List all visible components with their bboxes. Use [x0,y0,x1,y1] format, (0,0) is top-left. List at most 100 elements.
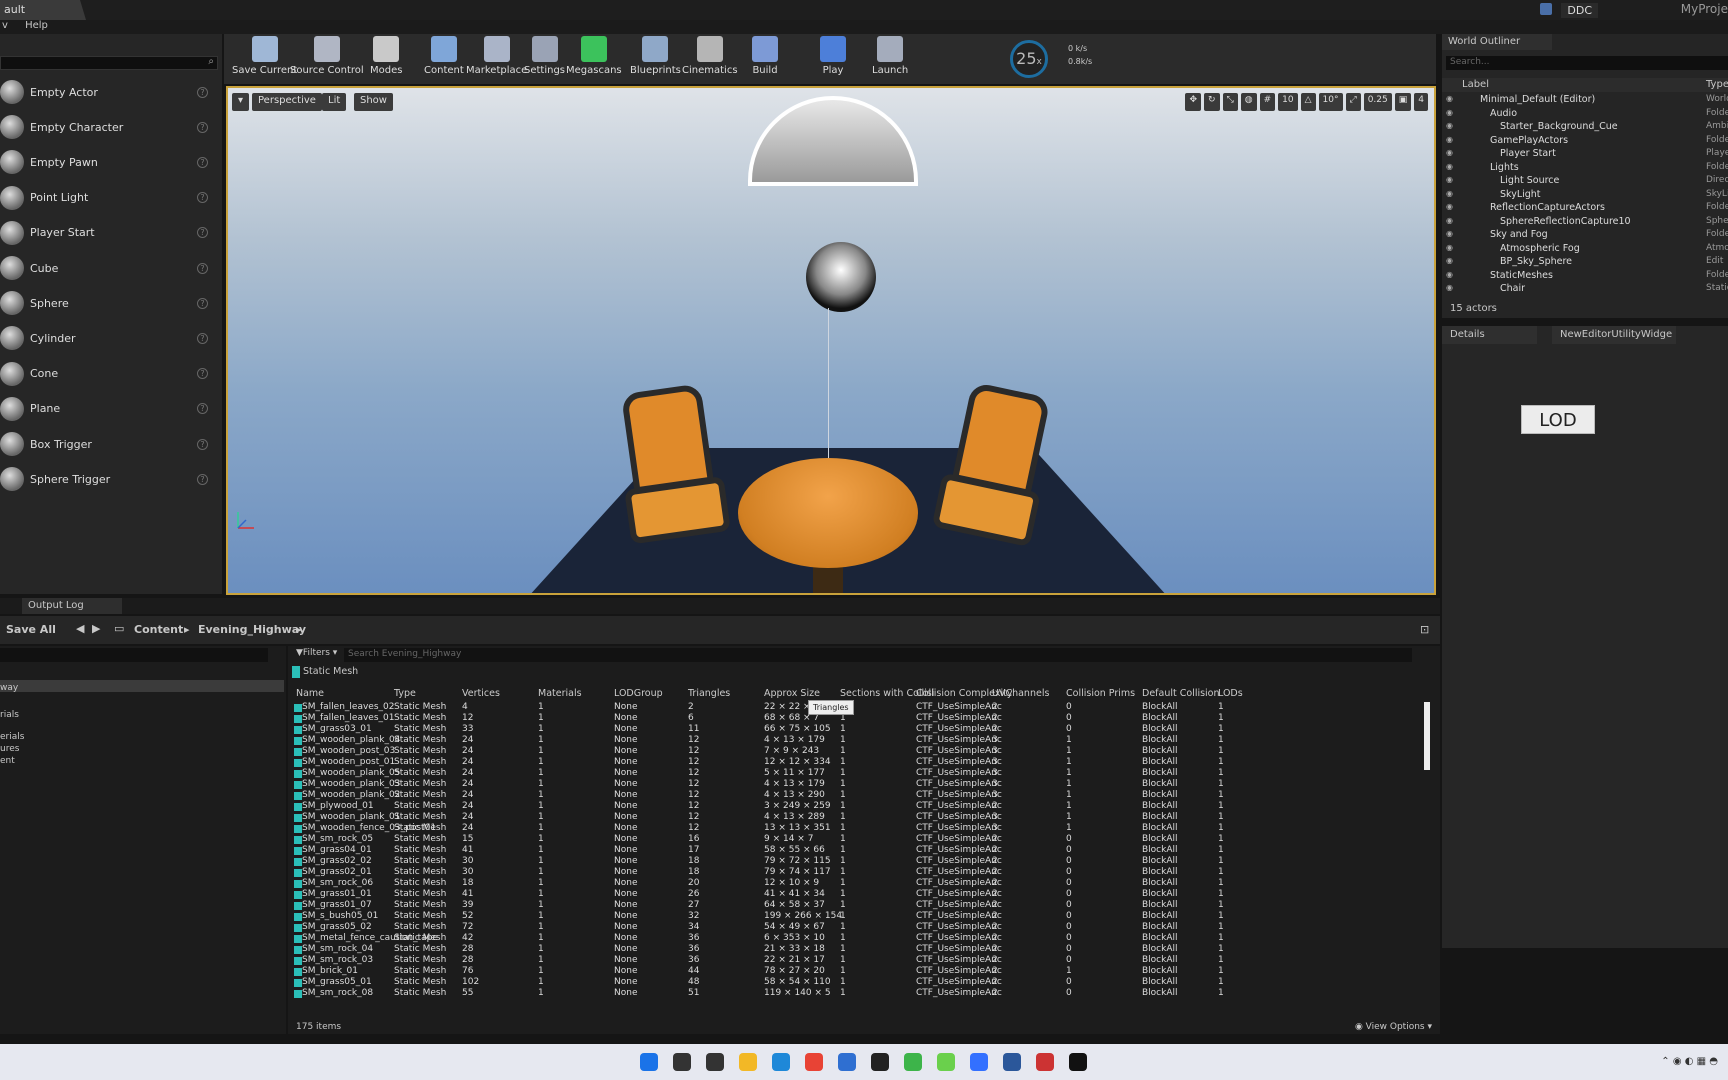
column-header-lods[interactable]: LODs [1218,688,1243,699]
breadcrumb-content[interactable]: Content [134,623,183,636]
translate-icon[interactable]: ✥ [1185,93,1202,111]
outliner-row[interactable]: ◉ StaticMeshes Folder [1442,270,1728,284]
outliner-row[interactable]: ◉ Chair Static [1442,283,1728,297]
column-header-materials[interactable]: Materials [538,688,582,699]
outliner-row[interactable]: ◉ Lights Folder [1442,162,1728,176]
notification-icon[interactable] [1540,3,1552,15]
unreal-icon[interactable] [1069,1053,1087,1071]
scrollbar-thumb[interactable] [1424,702,1430,770]
place-item-point-light[interactable]: Point Light? [0,181,218,215]
outliner-row[interactable]: ◉ SphereReflectionCapture10 Sphe [1442,216,1728,230]
eye-icon[interactable]: ◉ [1446,108,1456,117]
eye-icon[interactable]: ◉ [1446,135,1456,144]
build-button[interactable]: Build [752,36,778,82]
help-icon[interactable]: ? [197,368,208,380]
column-header-uvchannels[interactable]: UVChannels [992,688,1049,699]
eye-icon[interactable]: ◉ [1446,229,1456,238]
column-header-lodgroup[interactable]: LODGroup [614,688,663,699]
column-header-triangles[interactable]: Triangles [688,688,730,699]
level-tab[interactable]: ault [0,0,86,20]
eye-icon[interactable]: ◉ [1446,283,1456,292]
round-table[interactable] [738,458,918,568]
epic-games-icon[interactable] [871,1053,889,1071]
modes-button[interactable]: Modes [370,36,402,82]
lod-button[interactable]: LOD [1521,405,1595,434]
outliner-row[interactable]: ◉ Player Start Playe [1442,148,1728,162]
lit-button[interactable]: Lit [322,93,347,111]
scale-snap-icon[interactable]: ⤢ [1345,93,1361,111]
help-icon[interactable]: ? [197,403,208,415]
help-icon[interactable]: ? [197,438,208,450]
help-icon[interactable]: ? [197,297,208,309]
rotate-icon[interactable]: ↻ [1204,93,1220,111]
type-column-header[interactable]: Type [1706,79,1728,90]
help-icon[interactable]: ? [197,121,208,133]
outliner-tab[interactable]: World Outliner [1442,34,1552,50]
save-current-button[interactable]: Save Current [232,36,297,82]
lock-icon[interactable]: ⊡ [1420,623,1429,636]
file-explorer-icon[interactable] [739,1053,757,1071]
place-item-cube[interactable]: Cube? [0,251,218,285]
menu-item-window[interactable]: v [2,20,8,31]
cinematics-button[interactable]: Cinematics [682,36,738,82]
place-item-box-trigger[interactable]: Box Trigger? [0,427,218,461]
outliner-row[interactable]: ◉ ReflectionCaptureActors Folder [1442,202,1728,216]
outliner-row[interactable]: ◉ BP_Sky_Sphere Edit [1442,256,1728,270]
ddc-button[interactable]: DDC [1561,3,1598,18]
place-item-cone[interactable]: Cone? [0,357,218,391]
folder-search-input[interactable] [0,648,268,662]
megascans-button[interactable]: Megascans [566,36,622,82]
store-icon[interactable] [838,1053,856,1071]
column-header-type[interactable]: Type [394,688,416,699]
directional-light-gizmo[interactable] [748,96,918,186]
outliner-row[interactable]: ◉ Light Source Direc [1442,175,1728,189]
camera-speed-icon[interactable]: ▣ [1394,93,1412,111]
place-item-plane[interactable]: Plane? [0,392,218,426]
task-view-icon[interactable] [706,1053,724,1071]
outliner-row[interactable]: ◉ Atmospheric Fog Atmo [1442,243,1728,257]
column-header-name[interactable]: Name [296,688,324,699]
outliner-search-input[interactable]: Search... [1446,56,1728,70]
green-app-icon[interactable] [937,1053,955,1071]
tree-item[interactable]: erials [0,732,24,742]
outliner-row[interactable]: ◉ Audio Folder [1442,108,1728,122]
feishu-icon[interactable] [970,1053,988,1071]
place-item-empty-pawn[interactable]: Empty Pawn? [0,145,218,179]
table-row[interactable]: SM_sm_rock_08 Static Mesh 55 1 None 51 119 × 1… [294,988,1422,1000]
forward-icon[interactable]: ▶ [92,622,100,635]
view-options-button[interactable]: ◉ View Options ▾ [1355,1022,1432,1032]
tree-item[interactable]: ures [0,744,19,754]
scale-snap-value[interactable]: 0.25 [1363,93,1392,111]
eye-icon[interactable]: ◉ [1446,256,1456,265]
launch-button[interactable]: Launch [872,36,908,82]
help-icon[interactable]: ? [197,86,208,98]
column-header-vertices[interactable]: Vertices [462,688,500,699]
menu-item-help[interactable]: Help [25,20,48,31]
windows-start-icon[interactable] [640,1053,658,1071]
search-icon[interactable] [673,1053,691,1071]
viewport-menu-button[interactable]: ▾ [232,93,250,111]
eye-icon[interactable]: ◉ [1446,175,1456,184]
eye-icon[interactable]: ◉ [1446,202,1456,211]
help-icon[interactable]: ? [197,332,208,344]
eye-icon[interactable]: ◉ [1446,243,1456,252]
column-header-default-collision[interactable]: Default Collision [1142,688,1220,699]
content-button[interactable]: Content [424,36,464,82]
eye-icon[interactable]: ◉ [1446,189,1456,198]
world-icon[interactable]: ◍ [1240,93,1257,111]
static-mesh-filter[interactable]: Static Mesh [303,666,358,677]
eye-icon[interactable]: ◉ [1446,162,1456,171]
outliner-row[interactable]: ◉ Starter_Background_Cue Ambi [1442,121,1728,135]
column-header-collision-prims[interactable]: Collision Prims [1066,688,1135,699]
column-header-approx-size[interactable]: Approx Size [764,688,820,699]
outliner-row[interactable]: ◉ SkyLight SkyLi [1442,189,1728,203]
output-log-tab[interactable]: Output Log [22,598,122,614]
wechat-icon[interactable] [904,1053,922,1071]
perspective-button[interactable]: Perspective [252,93,322,111]
place-search-input[interactable]: ⌕ [0,56,218,70]
help-icon[interactable]: ? [197,227,208,239]
grid-snap-value[interactable]: 10 [1278,93,1298,111]
place-item-player-start[interactable]: Player Start? [0,216,218,250]
camera-speed-value[interactable]: 4 [1414,93,1428,111]
source-control-button[interactable]: Source Control [290,36,364,82]
